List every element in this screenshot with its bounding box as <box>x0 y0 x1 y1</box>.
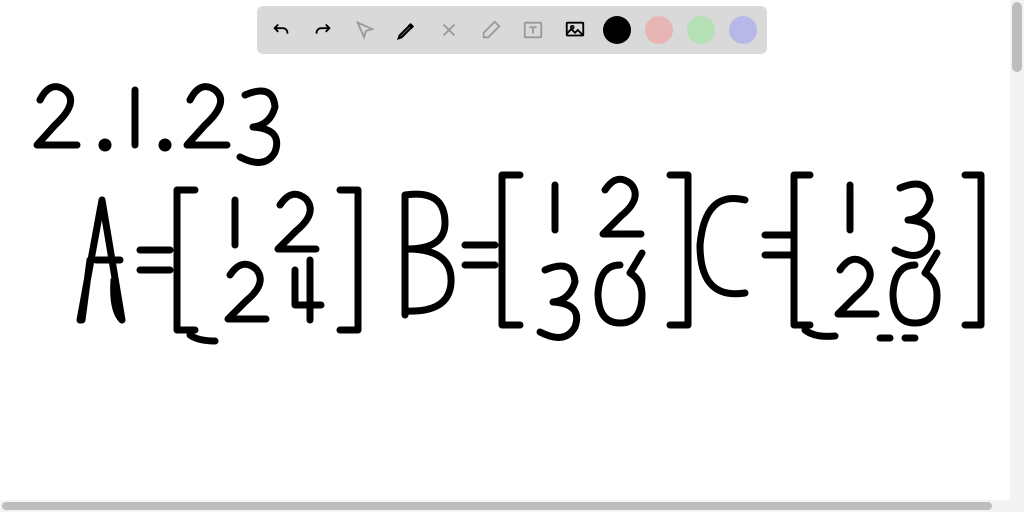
vertical-scrollbar-thumb[interactable] <box>1012 2 1022 72</box>
eraser-icon[interactable] <box>477 16 505 44</box>
color-swatch-purple[interactable] <box>729 16 757 44</box>
redo-icon[interactable] <box>309 16 337 44</box>
matrix-B <box>502 175 688 337</box>
color-swatch-green[interactable] <box>687 16 715 44</box>
undo-icon[interactable] <box>267 16 295 44</box>
handwriting-layer <box>10 60 1010 500</box>
text-problem-number <box>37 87 277 163</box>
text-C-equals <box>700 198 793 293</box>
whiteboard-canvas[interactable]: 2.1.23 A = B = C = <box>0 0 1024 512</box>
matrix-C <box>794 175 981 338</box>
pointer-icon[interactable] <box>351 16 379 44</box>
text-tool-icon[interactable] <box>519 16 547 44</box>
horizontal-scrollbar-thumb[interactable] <box>2 502 992 510</box>
toolbar <box>257 6 767 54</box>
tools-icon[interactable] <box>435 16 463 44</box>
color-swatch-black[interactable] <box>603 16 631 44</box>
image-tool-icon[interactable] <box>561 16 589 44</box>
text-B-equals <box>405 194 495 315</box>
vertical-scrollbar[interactable] <box>1010 0 1024 512</box>
horizontal-scrollbar[interactable] <box>0 500 1010 512</box>
matrix-A <box>177 190 358 341</box>
text-A-equals <box>80 200 170 320</box>
pencil-icon[interactable] <box>393 16 421 44</box>
color-swatch-red[interactable] <box>645 16 673 44</box>
